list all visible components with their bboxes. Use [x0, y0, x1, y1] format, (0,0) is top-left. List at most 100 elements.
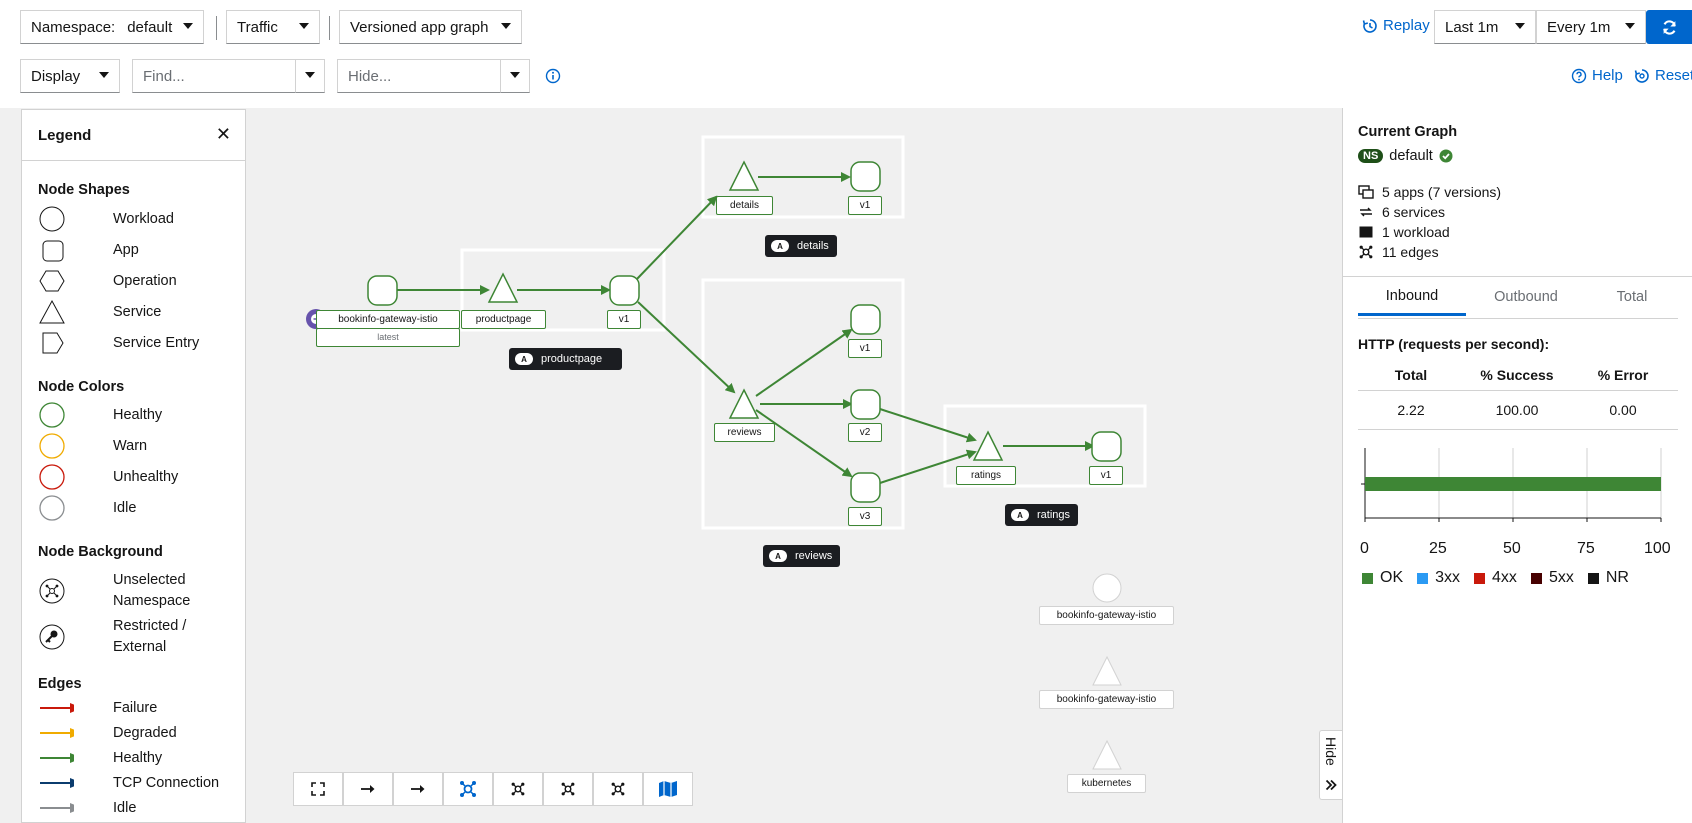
namespace-name[interactable]: default [1389, 148, 1433, 164]
ok-bar[interactable] [1365, 477, 1661, 491]
stat-row: 11 edges [1358, 244, 1439, 260]
node-idle-workload[interactable] [1092, 573, 1122, 603]
legend-item-label: Degraded [113, 724, 177, 741]
node-reviews-service[interactable] [728, 388, 760, 419]
node-label-details: details [716, 196, 773, 215]
node-idle-service[interactable] [1092, 655, 1122, 686]
expand-icon [311, 782, 325, 796]
bar-legend-label: 4xx [1492, 569, 1517, 586]
app-label-details[interactable]: A details [765, 235, 837, 257]
long-arrow-right-icon [411, 785, 425, 793]
failure-edge-icon [40, 703, 74, 713]
namespace-select[interactable]: Namespace: default [20, 10, 204, 44]
node-label-kubernetes: kubernetes [1067, 774, 1146, 793]
app-label-reviews[interactable]: A reviews [763, 545, 841, 567]
tab-inbound[interactable]: Inbound [1358, 278, 1466, 316]
legend-item: Service Entry [38, 329, 238, 357]
replay-label: Replay [1383, 17, 1430, 34]
node-productpage-v1[interactable] [609, 275, 640, 306]
namespace-row: NS default [1358, 148, 1453, 164]
legend-item: Healthy [38, 746, 238, 770]
node-label-reviews-v3: v3 [848, 507, 882, 526]
chevron-down-icon [510, 72, 520, 78]
legend-item: TCP Connection [38, 771, 238, 795]
chevron-down-icon [183, 23, 193, 29]
legend-item: Healthy [38, 401, 238, 429]
fit-to-screen-button[interactable] [293, 772, 343, 806]
namespace-label: Namespace: [31, 18, 116, 36]
node-kubernetes-service[interactable] [1092, 739, 1122, 770]
stat-row: 1 workload [1358, 224, 1450, 240]
healthy-edge-icon [40, 753, 74, 763]
layout-3-button[interactable] [493, 772, 543, 806]
unselected-namespace-icon [39, 578, 65, 604]
node-label-gateway: bookinfo-gateway-istio [316, 310, 460, 329]
node-ratings-v1[interactable] [1091, 431, 1122, 462]
traffic-select[interactable]: Traffic [226, 10, 320, 44]
bar-legend: OK 3xx 4xx 5xx NR [1362, 569, 1629, 587]
node-reviews-v1[interactable] [850, 304, 881, 335]
check-circle-icon [1439, 149, 1453, 163]
refresh-icon [1662, 19, 1676, 35]
legend-item-label: Service [113, 303, 162, 320]
tab-label: Total [1616, 289, 1648, 305]
hide-dropdown-toggle[interactable] [500, 59, 530, 93]
table-header-row: Total % Success % Error [1358, 360, 1678, 390]
tcp-edge-icon [40, 778, 74, 788]
node-gateway-workload[interactable] [367, 275, 398, 306]
hide-input[interactable]: Hide... [337, 59, 501, 93]
chevron-down-icon [305, 72, 315, 78]
legend-item-label: Service Entry [113, 334, 200, 351]
idle-node-icon [39, 495, 65, 521]
layout-default-button[interactable] [343, 772, 393, 806]
tabs-underline [1358, 318, 1678, 319]
display-select[interactable]: Display [20, 59, 120, 93]
find-dropdown-toggle[interactable] [295, 59, 325, 93]
legend-item-label: Idle [113, 799, 137, 816]
node-label-reviews-v1: v1 [848, 339, 882, 358]
legend-section-title: Node Background [38, 544, 163, 560]
layout-2-button[interactable] [443, 772, 493, 806]
service-entry-shape-icon [42, 332, 64, 354]
topology-icon [561, 782, 575, 796]
tab-outbound[interactable]: Outbound [1466, 278, 1586, 316]
reset-link[interactable]: Reset [1634, 67, 1692, 84]
node-details-service[interactable] [728, 160, 760, 191]
duration-select[interactable]: Last 1m [1434, 10, 1536, 44]
tab-total[interactable]: Total [1586, 278, 1678, 316]
help-icon [1571, 68, 1587, 83]
summary-panel: Current Graph NS default 5 apps (7 versi… [1342, 108, 1692, 823]
app-label-ratings[interactable]: A ratings [1005, 504, 1079, 526]
layout-5-button[interactable] [593, 772, 643, 806]
app-label-text: productpage [541, 353, 603, 365]
app-label-productpage[interactable]: A productpage [509, 348, 623, 370]
namespace-value: default [127, 18, 173, 36]
close-icon[interactable]: ✕ [216, 124, 231, 145]
help-link[interactable]: Help [1571, 67, 1623, 84]
replay-button[interactable]: Replay [1362, 17, 1430, 34]
refresh-interval-select[interactable]: Every 1m [1536, 10, 1646, 44]
info-icon[interactable] [545, 68, 561, 84]
legend-toggle-button[interactable] [643, 772, 693, 806]
layout-4-button[interactable] [543, 772, 593, 806]
node-label-reviews: reviews [714, 423, 775, 442]
legend-item: Failure [38, 696, 238, 720]
legend-swatch [1530, 572, 1542, 584]
warn-node-icon [39, 433, 65, 459]
app-label-text: details [797, 240, 829, 252]
refresh-button[interactable] [1646, 10, 1692, 44]
legend-item-label: Restricted / External [113, 618, 187, 655]
node-label-details-v1: v1 [848, 196, 882, 215]
find-input[interactable]: Find... [132, 59, 296, 93]
graph-type-select[interactable]: Versioned app graph [339, 10, 522, 44]
topology-icon [460, 781, 476, 797]
node-details-v1[interactable] [850, 161, 881, 192]
node-label-reviews-v2: v2 [848, 423, 882, 442]
node-reviews-v3[interactable] [850, 472, 881, 503]
node-reviews-v2[interactable] [850, 389, 881, 420]
hide-panel-tab[interactable]: Hide [1319, 730, 1342, 800]
node-ratings-service[interactable] [972, 430, 1004, 461]
node-productpage-service[interactable] [487, 272, 519, 303]
layout-1-button[interactable] [393, 772, 443, 806]
table-header: % Success [1480, 367, 1554, 383]
